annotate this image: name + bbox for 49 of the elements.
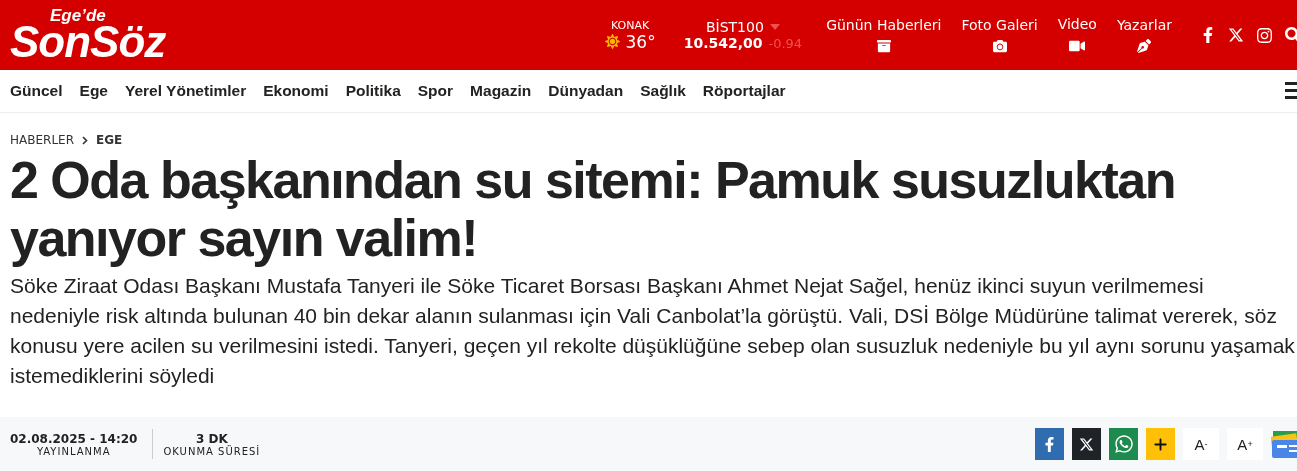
meta-label: YAYINLANMA (36, 445, 111, 457)
header-link[interactable]: Günün Haberleri (826, 17, 942, 53)
nav-link[interactable]: Güncel (10, 82, 63, 100)
camera-icon (992, 39, 1007, 53)
nav-link[interactable]: Yerel Yönetimler (125, 82, 247, 100)
summary: Söke Ziraat Odası Başkanı Mustafa Tanyeri ile Söke Ticaret Borsası Başkanı Ahmet Nejat Sağel, henüz ikinci suyun verilmemesi nedeniyle risk altında bulunan 40 bin dekar alanın sulanması için Vali Canbolat’la görüştü. Vali, DSİ Bölge Müdürüne talimat vererek, söz konusu yere acilen su verilmesini istedi. Tanyeri, geçen yıl rekolte düşüklüğüne sebep olan susuzluk nedeniyle bu yıl aynı sorunu yaşamak istemediklerini söyledi (10, 273, 1295, 389)
breadcrumb-link[interactable]: EGE (96, 133, 123, 147)
nav-link[interactable]: Spor (417, 82, 454, 100)
market-index-name[interactable]: BİST100 (705, 19, 764, 35)
google-news-icon[interactable] (1271, 428, 1297, 460)
font-size-button[interactable]: A$^{+}$ (1227, 428, 1263, 460)
x-icon[interactable] (1228, 27, 1244, 43)
video-camera-icon (1069, 38, 1086, 54)
facebook-share-button[interactable] (1035, 428, 1064, 460)
meta-label: OKUNMA SÜRESİ (163, 445, 261, 457)
site-logo[interactable]: Ege’de SonSöz (10, 6, 166, 64)
plus-icon (1153, 436, 1168, 452)
temperature: 36° (625, 31, 656, 52)
chevron-icon (82, 135, 88, 145)
instagram-icon[interactable] (1256, 26, 1273, 44)
whatsapp-share-button[interactable] (1109, 428, 1138, 460)
meta-value: 02.08.2025 - 14:20 (10, 431, 138, 446)
nav-link[interactable]: Ekonomi (263, 82, 329, 100)
caret-icon (769, 24, 780, 30)
facebook-icon (1042, 436, 1057, 452)
meta-value: 3 DK (195, 431, 228, 446)
more-share-button[interactable] (1146, 428, 1175, 460)
market-value: 10.542,00 (683, 35, 763, 51)
headline: 2 Oda başkanından su sitemi: Pamuk susuzluktan yanıyor sayın valim! (10, 151, 1176, 267)
header-link[interactable]: Yazarlar (1116, 17, 1172, 53)
search-icon[interactable] (1285, 27, 1297, 43)
nav-link[interactable]: Sağlık (640, 82, 686, 100)
breadcrumb-link[interactable]: HABERLER (10, 133, 74, 147)
pen-icon (1137, 39, 1152, 53)
market-change: -0.94 (768, 35, 803, 51)
nav-link[interactable]: Röportajlar (702, 82, 786, 100)
nav-link[interactable]: Ege (79, 82, 108, 100)
x-share-button[interactable] (1072, 428, 1101, 460)
sun-icon (604, 34, 620, 49)
archive-icon (876, 39, 891, 53)
header-link[interactable]: Foto Galeri (961, 17, 1038, 53)
nav-link[interactable]: Dünyadan (548, 82, 624, 100)
whatsapp-icon (1113, 434, 1134, 454)
weather-city[interactable]: KONAK (610, 18, 650, 32)
font-size-button[interactable]: A$^{-}$ (1183, 428, 1219, 460)
x-icon (1079, 436, 1094, 452)
nav-link[interactable]: Magazin (470, 82, 532, 100)
header-link[interactable]: Video (1057, 16, 1097, 54)
nav-link[interactable]: Politika (345, 82, 401, 100)
